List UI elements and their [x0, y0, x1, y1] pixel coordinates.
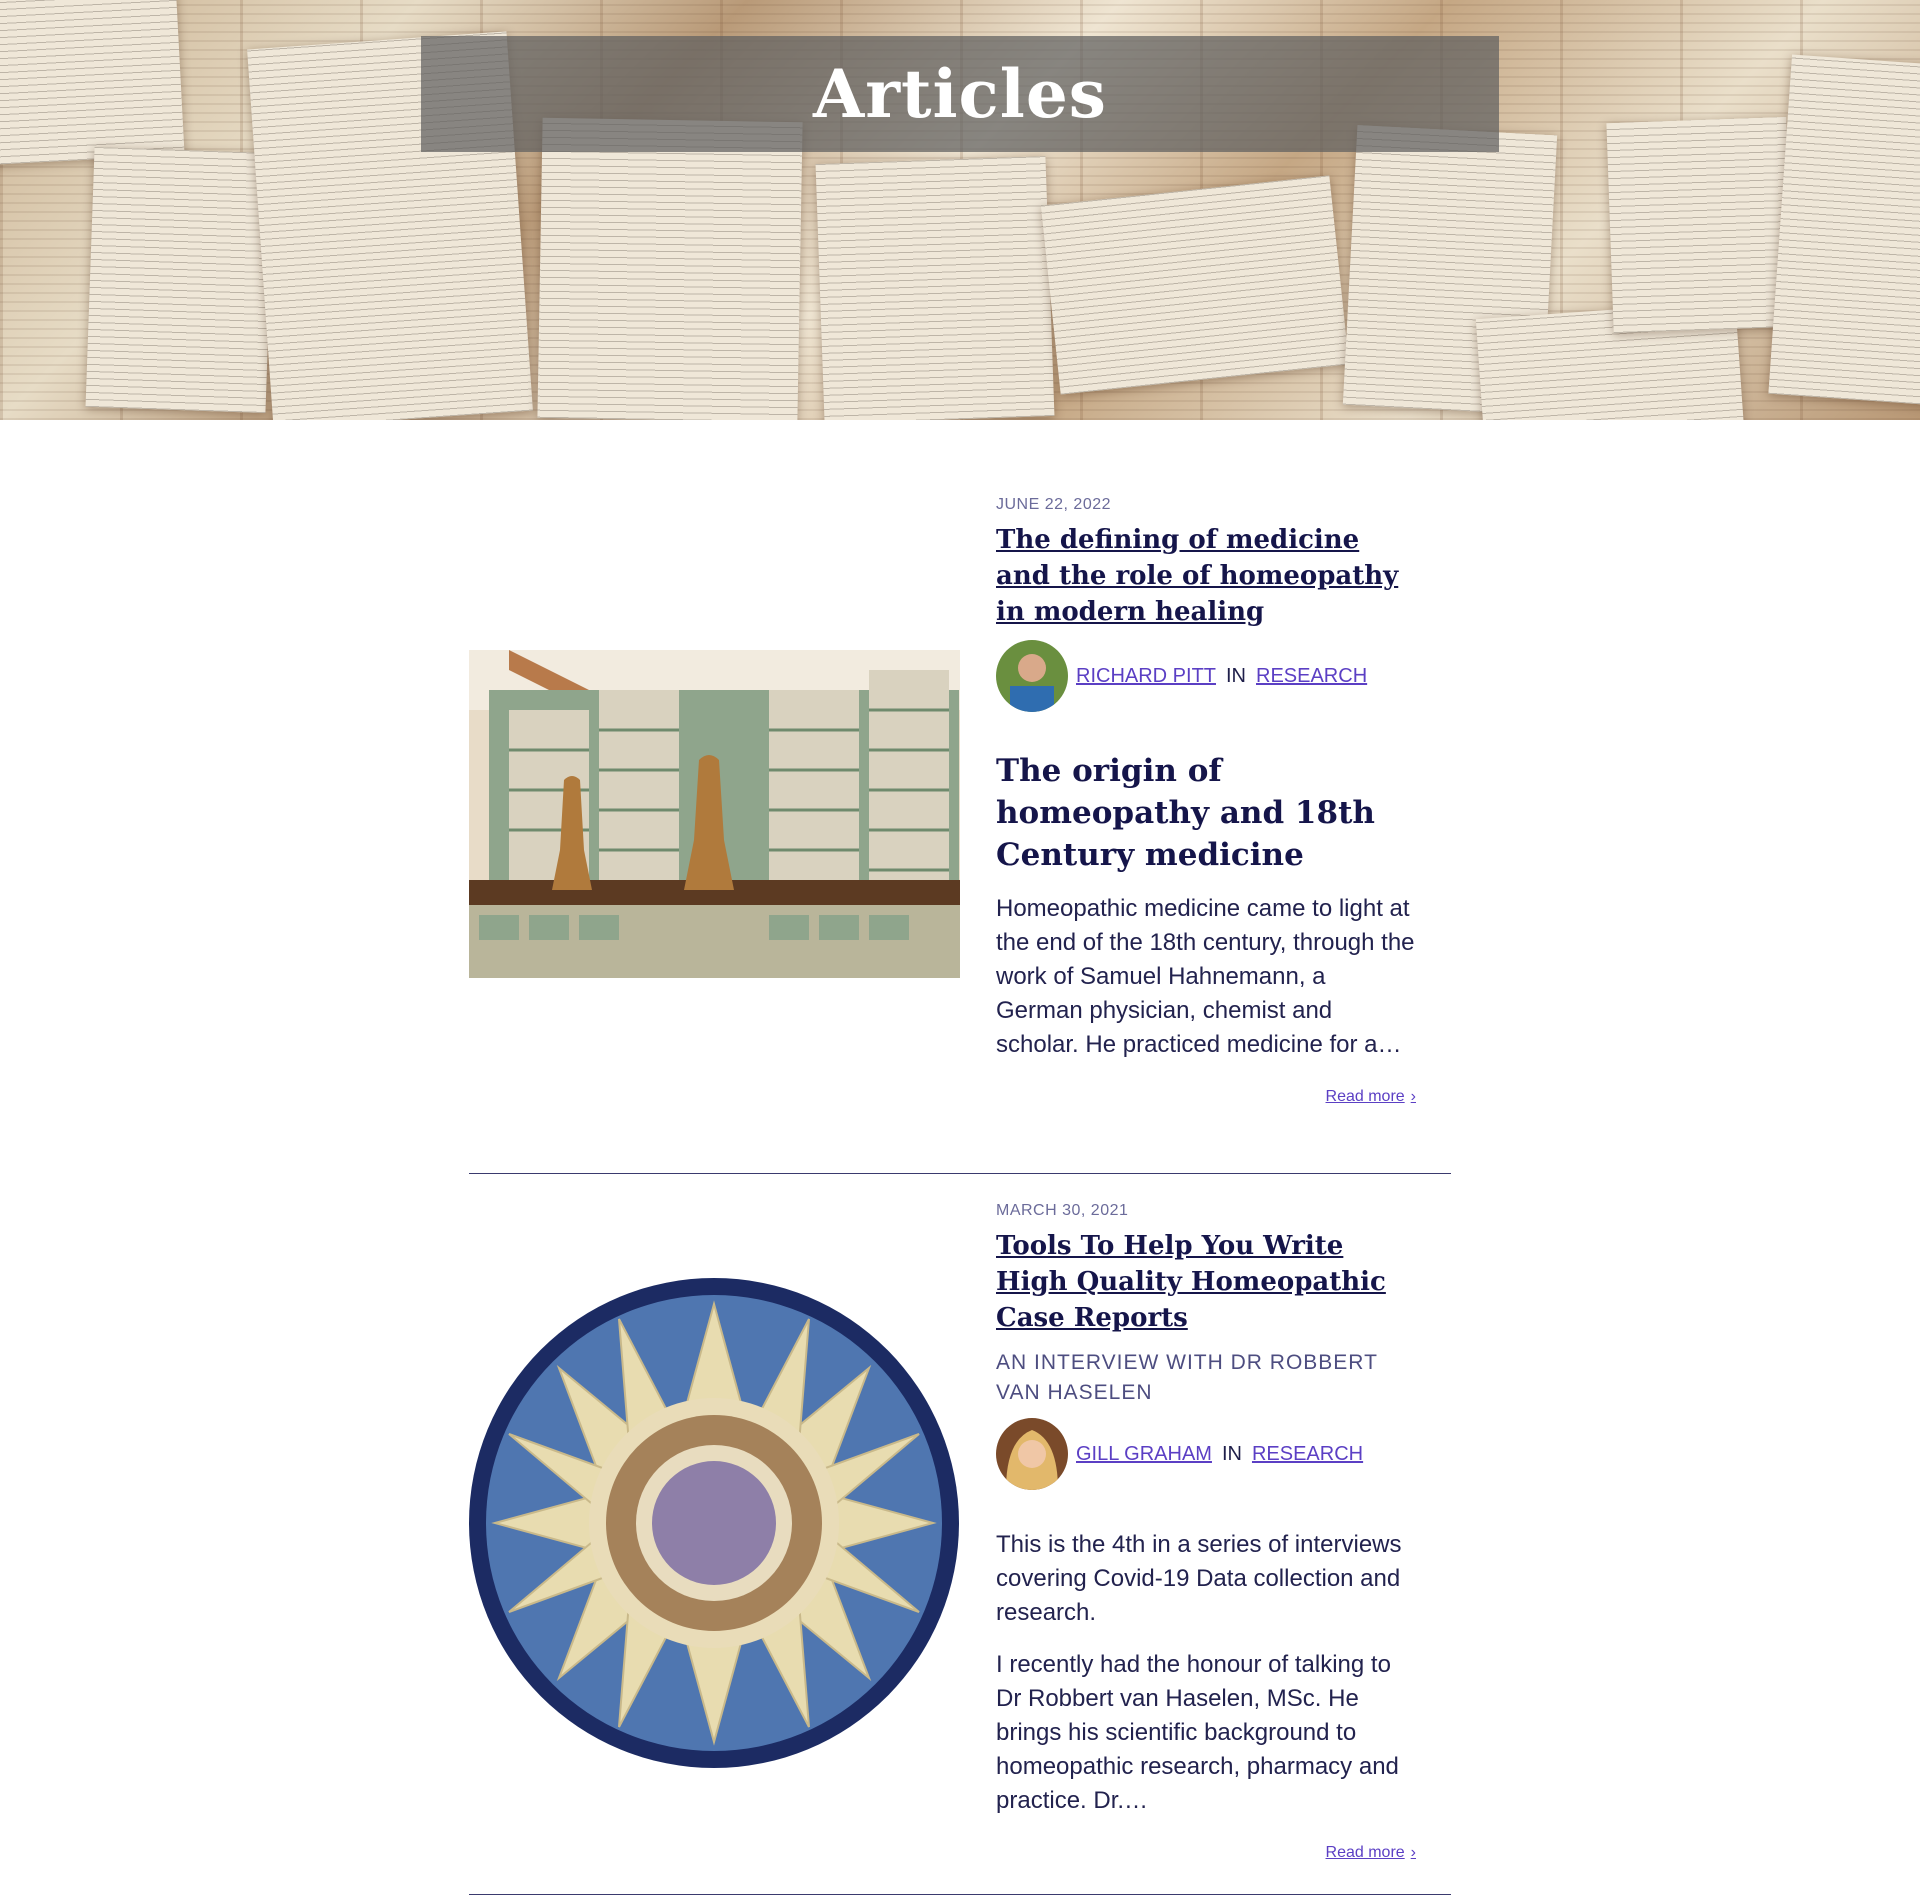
article-card: MARCH 30, 2021 Tools To Help You Write H…: [469, 1174, 1451, 1895]
article-meta: GILL GRAHAM IN RESEARCH: [996, 1418, 1416, 1490]
book-page: [1606, 116, 1794, 334]
book-page: [815, 156, 1055, 420]
article-date: MARCH 30, 2021: [996, 1202, 1129, 1219]
book-page: [1040, 175, 1350, 395]
article-image[interactable]: [469, 1274, 960, 1772]
in-label: IN: [1226, 664, 1246, 687]
article-heading: The origin of homeopathy and 18th Centur…: [996, 753, 1375, 873]
author-avatar: [996, 1418, 1068, 1490]
apothecary-image: [469, 650, 960, 978]
page-title: Articles: [813, 55, 1107, 133]
article-excerpt: This is the 4th in a series of interview…: [996, 1531, 1402, 1626]
article-body: JUNE 22, 2022 The defining of medicine a…: [996, 496, 1416, 1106]
article-title-link[interactable]: Tools To Help You Write High Quality Hom…: [996, 1228, 1416, 1336]
read-more-label: Read more: [1325, 1088, 1405, 1105]
chevron-right-icon: ›: [1410, 1844, 1416, 1861]
article-card: JUNE 22, 2022 The defining of medicine a…: [469, 420, 1451, 1174]
book-page: [85, 146, 275, 414]
author-link[interactable]: GILL GRAHAM: [1076, 1443, 1212, 1466]
in-label: IN: [1221, 1442, 1242, 1465]
read-more-link[interactable]: Read more ›: [996, 1088, 1416, 1106]
article-meta: RICHARD PITT IN RESEARCH: [996, 640, 1416, 712]
article-title-link[interactable]: The defining of medicine and the role of…: [996, 522, 1416, 630]
book-page: [537, 117, 803, 420]
read-more-link[interactable]: Read more ›: [996, 1844, 1416, 1862]
hero-title-box: Articles: [421, 36, 1499, 152]
hero-banner: Articles: [0, 0, 1920, 420]
article-list: JUNE 22, 2022 The defining of medicine a…: [469, 420, 1451, 1895]
article-image[interactable]: [469, 650, 960, 978]
category-link[interactable]: RESEARCH: [1252, 1443, 1363, 1466]
mosaic-sunflower-image: [469, 1274, 960, 1772]
article-excerpt: I recently had the honour of talking to …: [996, 1651, 1399, 1814]
article-subtitle: AN INTERVIEW WITH DR ROBBERT VAN HASELEN: [996, 1351, 1378, 1404]
book-page: [0, 0, 185, 166]
category-link[interactable]: RESEARCH: [1256, 665, 1367, 688]
book-page: [1768, 54, 1920, 406]
article-date: JUNE 22, 2022: [996, 496, 1112, 513]
article-excerpt: Homeopathic medicine came to light at th…: [996, 895, 1415, 1058]
author-link[interactable]: RICHARD PITT: [1076, 665, 1216, 688]
author-avatar: [996, 640, 1068, 712]
chevron-right-icon: ›: [1410, 1088, 1416, 1105]
read-more-label: Read more: [1325, 1844, 1405, 1861]
article-body: MARCH 30, 2021 Tools To Help You Write H…: [996, 1202, 1416, 1862]
